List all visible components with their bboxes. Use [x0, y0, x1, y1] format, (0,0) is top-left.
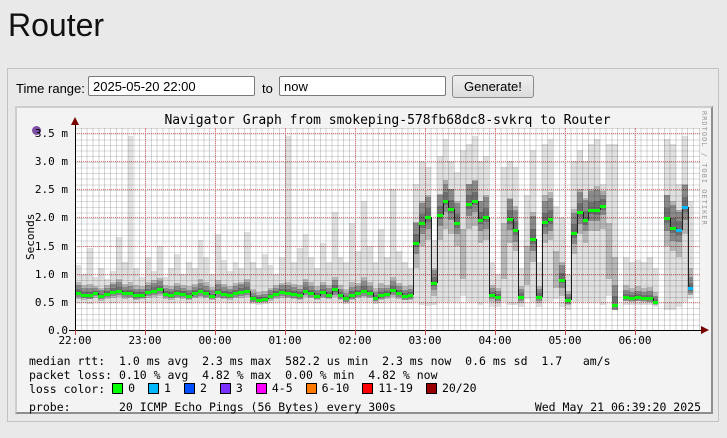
y-axis-arrow-icon	[71, 117, 79, 125]
median-connector	[431, 217, 432, 282]
generate-button[interactable]: Generate!	[452, 75, 534, 98]
loss-legend-item: 3	[220, 381, 243, 395]
median-tick	[612, 304, 618, 307]
x-axis-tick-label: 03:00	[403, 334, 447, 347]
loss-color-swatch	[148, 383, 159, 394]
x-axis-tick-label: 23:00	[123, 334, 167, 347]
y-axis-tick-label: 3.5 m	[25, 127, 68, 140]
to-label: to	[262, 81, 273, 96]
page-title: Router	[8, 6, 104, 44]
y-axis-tick-label: 1.0 m	[25, 268, 68, 281]
time-range-start-input[interactable]	[88, 76, 255, 96]
median-connector	[478, 201, 479, 221]
median-connector	[443, 201, 444, 215]
loss-legend-label: 6-10	[322, 381, 350, 395]
loss-legend-items: 0 1 2 3 4-5 6-10 11-19 20/20	[112, 381, 489, 397]
median-connector	[571, 233, 572, 300]
packet-loss-line: packet loss: 0.10 % avg 4.82 % max 0.00 …	[29, 368, 701, 382]
loss-legend-label: 0	[128, 381, 135, 395]
loss-legend-label: 3	[236, 381, 243, 395]
rrdtool-watermark: RRDTOOL / TOBI OETIKER	[700, 111, 708, 226]
loss-legend-item: 2	[184, 381, 207, 395]
loss-color-label: loss color:	[29, 382, 112, 396]
median-connector	[577, 212, 578, 233]
loss-color-swatch	[184, 383, 195, 394]
content-box: Time range: to Generate! Navigator Graph…	[7, 68, 719, 422]
median-connector	[688, 207, 689, 288]
median-connector	[565, 280, 566, 300]
loss-legend-label: 2	[200, 381, 207, 395]
loss-legend-item: 1	[148, 381, 171, 395]
loss-legend-label: 20/20	[442, 381, 477, 395]
median-connector	[413, 243, 414, 295]
graph-timestamp: Wed May 21 06:39:20 2025	[535, 400, 701, 414]
probe-text: probe: 20 ICMP Echo Pings (56 Bytes) eve…	[29, 400, 396, 414]
x-axis-line	[69, 330, 701, 331]
x-axis-tick-label: 22:00	[53, 334, 97, 347]
median-tick	[688, 287, 694, 290]
x-axis-tick-label: 02:00	[333, 334, 377, 347]
loss-color-legend: loss color: 0 1 2 3 4-5 6-10 11-19 20/20	[29, 382, 701, 396]
loss-color-swatch	[112, 383, 123, 394]
time-range-label: Time range:	[16, 81, 85, 96]
x-axis-tick-label: 00:00	[193, 334, 237, 347]
median-rtt-line: median rtt: 1.0 ms avg 2.3 ms max 582.2 …	[29, 354, 701, 368]
loss-legend-item: 4-5	[256, 381, 293, 395]
y-axis-tick-label: 2.0 m	[25, 211, 68, 224]
graph-stats: median rtt: 1.0 ms avg 2.3 ms max 582.2 …	[29, 354, 701, 414]
median-connector	[518, 230, 519, 296]
loss-color-swatch	[220, 383, 231, 394]
loss-legend-item: 20/20	[426, 381, 477, 395]
probe-line: probe: 20 ICMP Echo Pings (56 Bytes) eve…	[29, 400, 701, 414]
graph-title: Navigator Graph from smokeping-578fb68dc…	[75, 113, 700, 128]
y-axis-tick-label: 2.5 m	[25, 183, 68, 196]
y-axis-tick-label: 3.0 m	[25, 155, 68, 168]
y-axis-tick-label: 1.5 m	[25, 240, 68, 253]
navigator-graph[interactable]: Navigator Graph from smokeping-578fb68dc…	[15, 106, 713, 414]
plot-area	[75, 128, 700, 330]
median-connector	[682, 207, 683, 230]
x-axis-arrow-icon	[701, 326, 709, 334]
loss-legend-label: 11-19	[378, 381, 413, 395]
x-axis-tick-label: 01:00	[263, 334, 307, 347]
y-axis-line	[75, 124, 76, 330]
loss-legend-item: 0	[112, 381, 135, 395]
median-connector	[536, 239, 537, 297]
loss-legend-label: 4-5	[272, 381, 293, 395]
loss-legend-item: 6-10	[306, 381, 350, 395]
x-axis-tick-label: 04:00	[473, 334, 517, 347]
loss-color-swatch	[306, 383, 317, 394]
median-connector	[542, 222, 543, 296]
smoke-band	[612, 296, 618, 310]
loss-legend-label: 1	[164, 381, 171, 395]
median-tick	[653, 301, 659, 304]
grid-line-horizontal	[75, 133, 700, 134]
smokeping-page: { "header": { "title": "Router" }, "form…	[0, 0, 727, 438]
median-connector	[419, 223, 420, 243]
y-axis-tick-label: 0.5 m	[25, 296, 68, 309]
loss-color-swatch	[362, 383, 373, 394]
x-axis-tick-label: 06:00	[613, 334, 657, 347]
loss-legend-item: 11-19	[362, 381, 413, 395]
x-axis-tick-label: 05:00	[543, 334, 587, 347]
loss-color-swatch	[256, 383, 267, 394]
loss-color-swatch	[426, 383, 437, 394]
median-connector	[454, 209, 455, 223]
time-range-end-input[interactable]	[279, 76, 446, 96]
median-connector	[437, 215, 438, 283]
median-connector	[489, 217, 490, 295]
